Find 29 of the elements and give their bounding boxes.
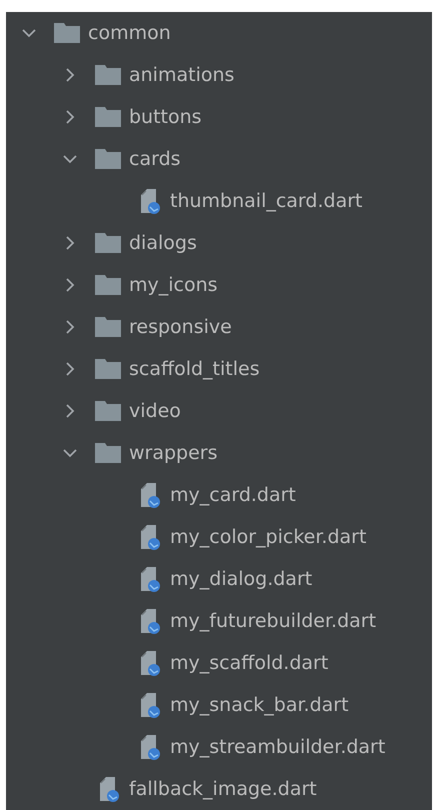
folder-icon — [95, 275, 121, 295]
folder-name[interactable]: dialogs — [129, 232, 197, 254]
folder-icon — [95, 149, 121, 169]
folder-name[interactable]: buttons — [129, 106, 202, 128]
file-name[interactable]: my_snack_bar.dart — [170, 694, 349, 716]
folder-name[interactable]: cards — [129, 148, 181, 170]
file-name[interactable]: my_dialog.dart — [170, 568, 312, 590]
file-name[interactable]: my_color_picker.dart — [170, 526, 366, 548]
folder-icon — [95, 107, 121, 127]
file-name[interactable]: thumbnail_card.dart — [170, 190, 362, 212]
folder-name[interactable]: my_icons — [129, 274, 218, 296]
folder-name[interactable]: scaffold_titles — [129, 358, 260, 380]
folder-name[interactable]: wrappers — [129, 442, 218, 464]
folder-icon — [95, 359, 121, 379]
file-name[interactable]: my_card.dart — [170, 484, 296, 506]
folder-name[interactable]: video — [129, 400, 181, 422]
folder-icon — [95, 317, 121, 337]
folder-icon — [95, 65, 121, 85]
file-name[interactable]: my_streambuilder.dart — [170, 736, 386, 758]
folder-name[interactable]: common — [88, 22, 171, 44]
file-name[interactable]: fallback_image.dart — [129, 778, 317, 800]
folder-icon — [54, 23, 80, 43]
file-name[interactable]: my_scaffold.dart — [170, 652, 328, 674]
file-name[interactable]: my_futurebuilder.dart — [170, 610, 376, 632]
folder-name[interactable]: responsive — [129, 316, 232, 338]
folder-icon — [95, 443, 121, 463]
folder-icon — [95, 233, 121, 253]
folder-icon — [95, 401, 121, 421]
folder-name[interactable]: animations — [129, 64, 234, 86]
